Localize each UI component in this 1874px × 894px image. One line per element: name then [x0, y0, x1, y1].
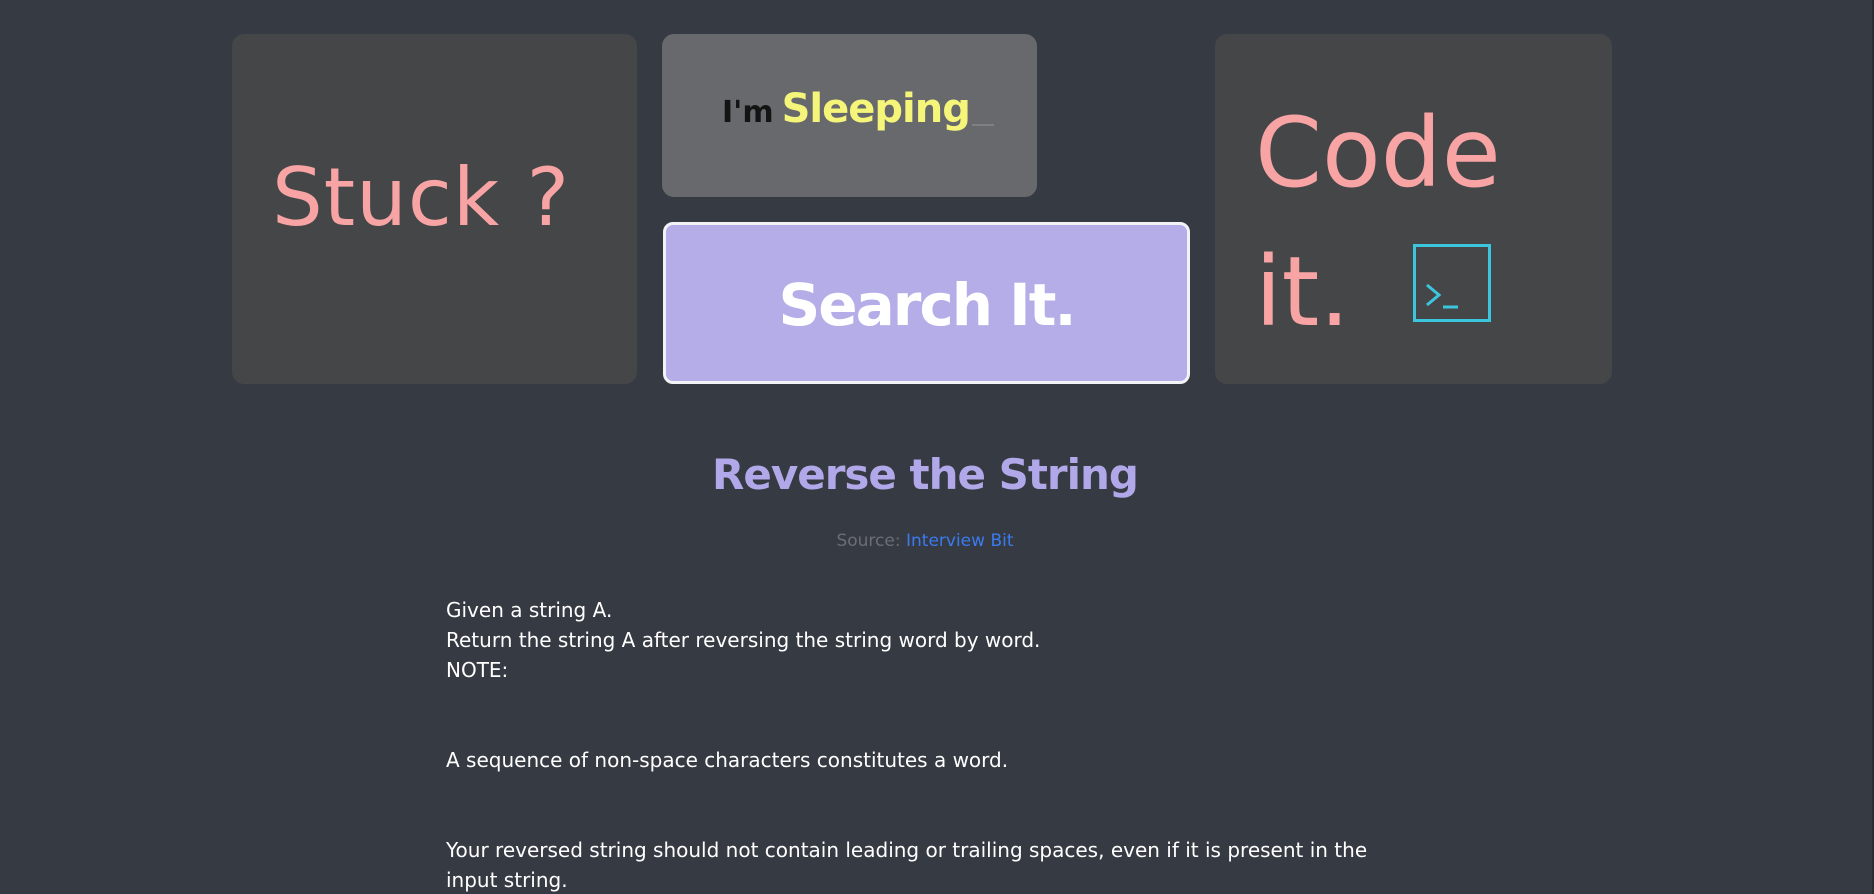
- sleeping-card: I'm Sleeping: [662, 34, 1037, 197]
- typing-cursor: [971, 124, 994, 126]
- terminal-icon: [1413, 244, 1491, 322]
- description-line: Given a string A.: [446, 598, 613, 622]
- search-it-button[interactable]: Search It.: [663, 222, 1190, 384]
- sleeping-prefix: I'm: [722, 95, 774, 130]
- source-link[interactable]: Interview Bit: [906, 531, 1014, 551]
- description-line: NOTE:: [446, 658, 509, 682]
- problem-description: Given a string A. Return the string A af…: [446, 595, 1396, 894]
- code-it-card: Code it.: [1215, 34, 1612, 384]
- sleeping-word: Sleeping: [781, 86, 971, 132]
- description-line: Return the string A after reversing the …: [446, 628, 1041, 652]
- description-line: A sequence of non-space characters const…: [446, 748, 1009, 772]
- search-it-label: Search It.: [778, 271, 1076, 339]
- page: Stuck ? I'm Sleeping Search It. Code it.…: [0, 0, 1874, 894]
- code-it-line-1: Code: [1255, 97, 1501, 209]
- source-label: Source:: [836, 531, 901, 551]
- description-line: Your reversed string should not contain …: [446, 838, 1368, 892]
- source-line: Source: Interview Bit: [0, 531, 1850, 551]
- stuck-card: Stuck ?: [232, 34, 637, 384]
- sleeping-line: I'm Sleeping: [722, 86, 994, 132]
- problem-title: Reverse the String: [712, 450, 1139, 499]
- stuck-text: Stuck ?: [272, 151, 571, 244]
